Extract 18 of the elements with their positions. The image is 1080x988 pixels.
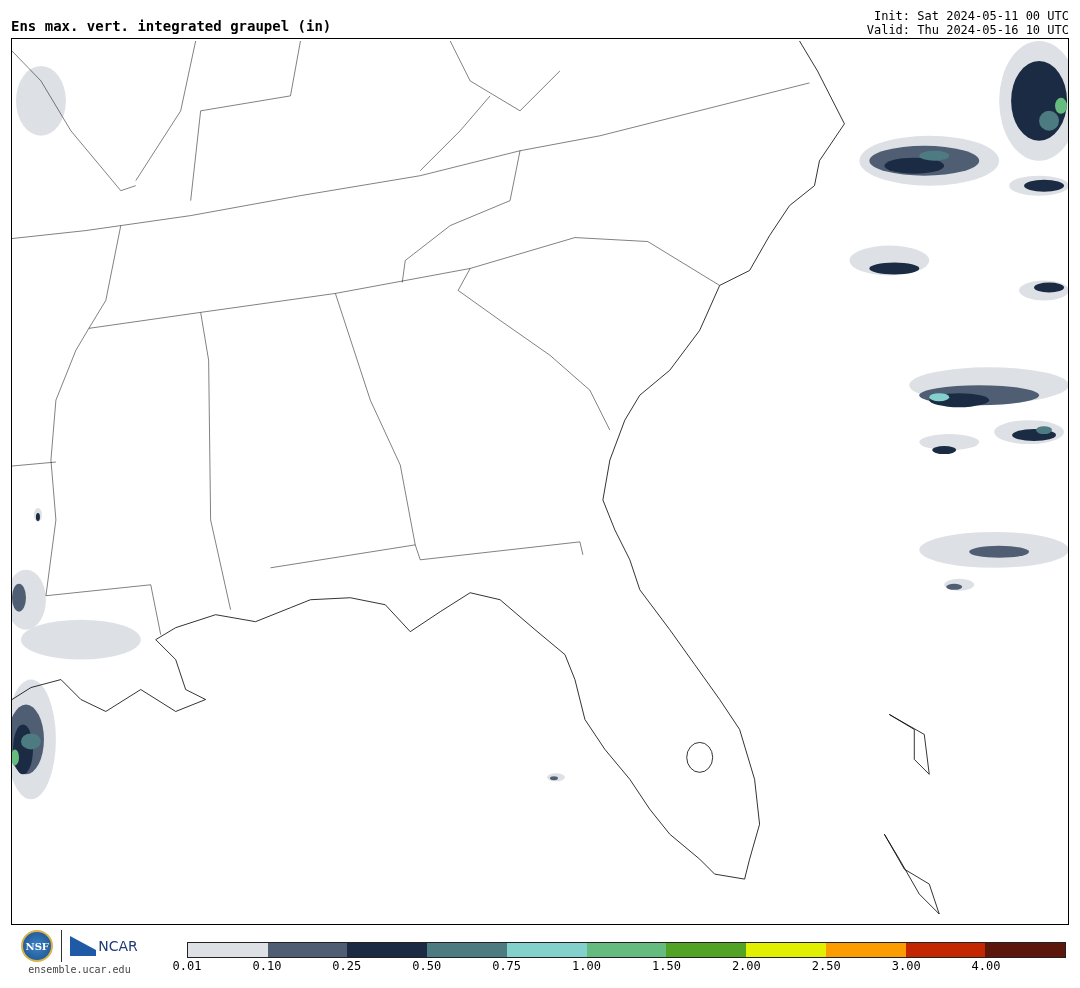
nsf-logo: NSF [21,930,54,962]
colorbar-label: 0.75 [492,959,522,973]
colorbar-label: 3.00 [891,959,921,973]
site-url: ensemble.ucar.edu [28,964,131,975]
init-time: Init: Sat 2024-05-11 00 UTC [873,9,1069,23]
colorbar-label: 1.00 [572,959,601,973]
ncar-logo: NCAR [98,938,138,954]
colorbar-label: 2.50 [811,959,841,973]
colorbar-label: 4.00 [971,959,1001,973]
colorbar-label: 0.10 [252,959,282,973]
colorbar-label: 1.50 [652,959,681,973]
colorbar-label: 2.00 [731,959,761,973]
colorbar-label: 0.01 [172,959,202,973]
colorbar-label: 0.50 [412,959,442,973]
colorbar-label: 0.25 [332,959,362,973]
chart-title: Ens max. vert. integrated graupel (in) [11,18,332,34]
ncar-mark-icon [70,936,97,956]
valid-time: Valid: Thu 2024-05-16 10 UTC [866,23,1069,37]
